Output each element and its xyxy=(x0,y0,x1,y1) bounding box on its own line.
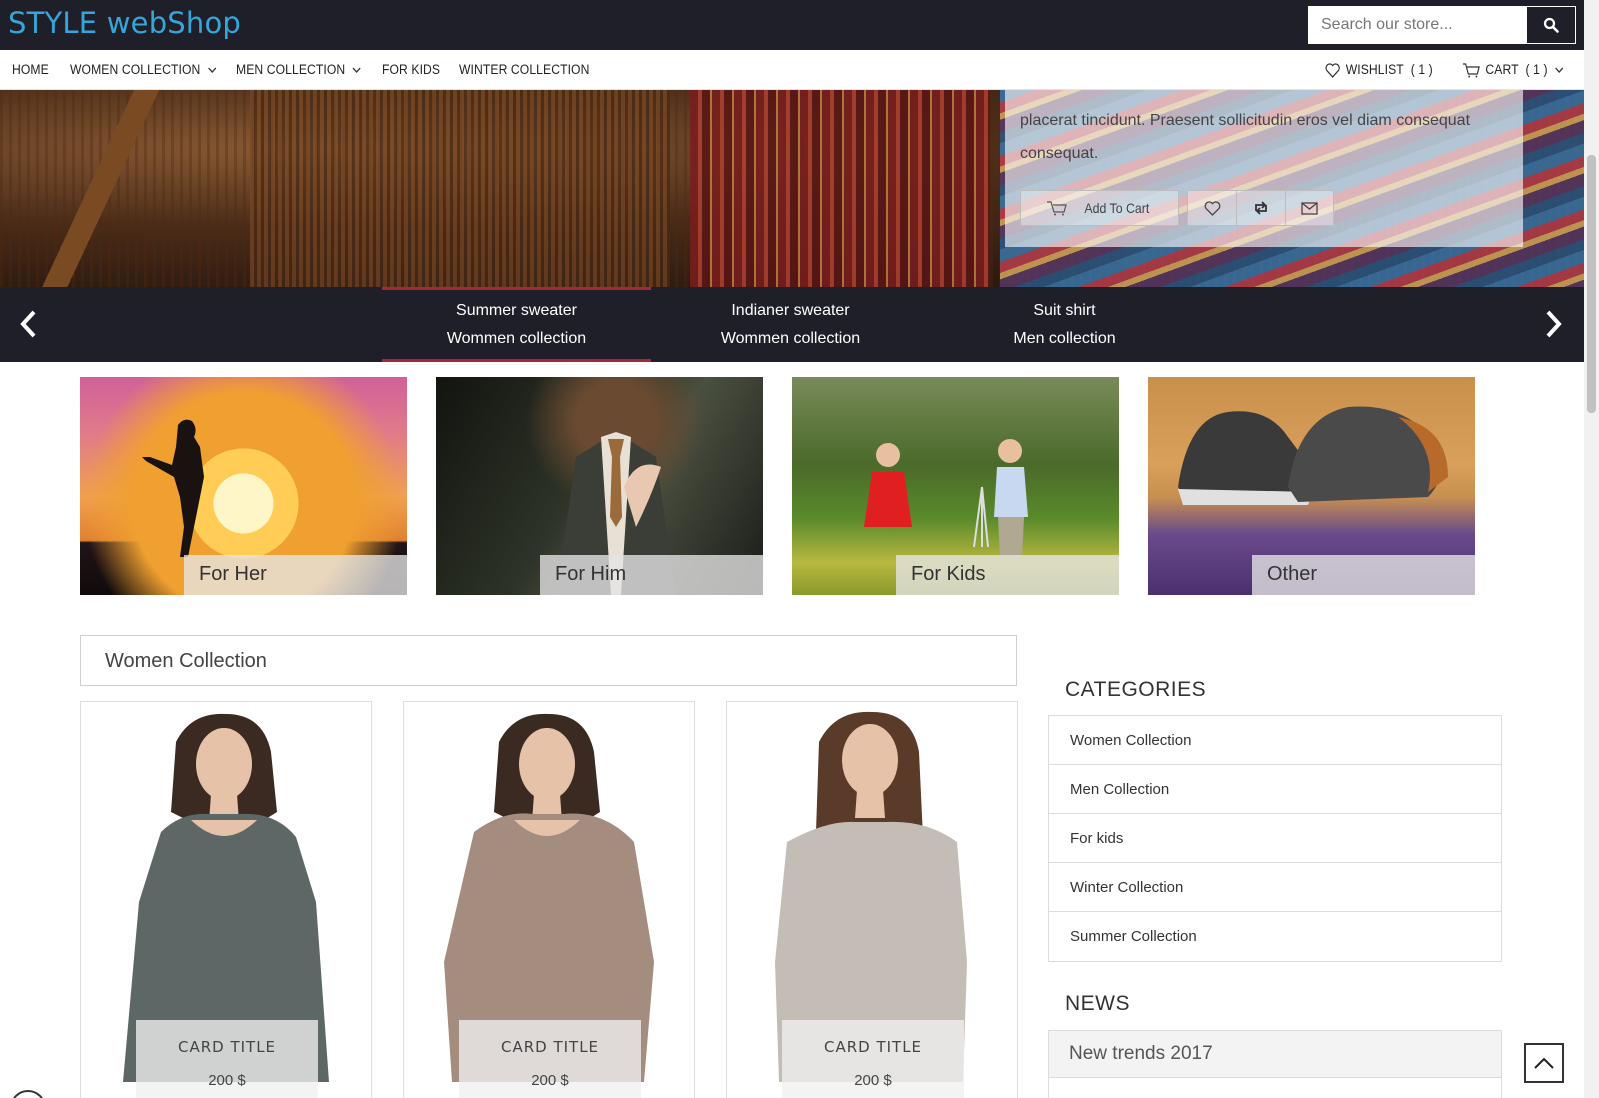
nav-for-kids[interactable]: FOR KIDS xyxy=(382,62,440,77)
nav-women-label: WOMEN COLLECTION xyxy=(70,62,201,77)
page-scrollbar[interactable] xyxy=(1584,0,1599,1098)
category-tile-for-him[interactable]: For Him xyxy=(436,377,763,595)
envelope-icon xyxy=(1301,201,1318,215)
chevron-down-icon xyxy=(1555,67,1564,74)
search-icon xyxy=(1543,17,1559,33)
site-logo[interactable]: STYLE webShop xyxy=(8,6,241,40)
nav-men-collection[interactable]: MEN COLLECTION xyxy=(236,62,362,77)
nav-kids-label: FOR KIDS xyxy=(382,62,441,77)
search-box xyxy=(1308,6,1576,44)
product-caption: CARD TITLE 200 $ xyxy=(782,1020,964,1098)
back-to-top-button[interactable] xyxy=(1524,1043,1564,1083)
cart-count: ( 1 ) xyxy=(1525,62,1548,77)
tile-label: For Him xyxy=(540,555,763,595)
slider-tab-title: Summer sweater xyxy=(456,302,577,319)
nav-winter-collection[interactable]: WINTER COLLECTION xyxy=(459,62,589,77)
product-title: CARD TITLE xyxy=(177,1038,277,1056)
product-card[interactable]: CARD TITLE 200 $ xyxy=(80,701,372,1098)
scrollbar-thumb[interactable] xyxy=(1587,155,1596,413)
news-box: New trends 2017 xyxy=(1048,1030,1502,1098)
category-item[interactable]: Winter Collection xyxy=(1049,863,1501,912)
product-title: CARD TITLE xyxy=(823,1038,923,1056)
slider-tab-subtitle: Wommen collection xyxy=(720,330,861,347)
category-tile-other[interactable]: Other xyxy=(1148,377,1475,595)
product-price: 200 $ xyxy=(208,1072,246,1089)
slider-tab-summer-sweater[interactable]: Summer sweater Wommen collection xyxy=(382,287,651,362)
chevron-up-icon xyxy=(1534,1057,1554,1069)
wishlist-link[interactable]: WISHLIST ( 1 ) xyxy=(1325,62,1433,78)
email-button[interactable] xyxy=(1285,190,1334,226)
page: STYLE webShop HOME WOMEN COLLECTION MEN … xyxy=(0,0,1599,1098)
wishlist-button[interactable] xyxy=(1187,190,1236,226)
main-nav: HOME WOMEN COLLECTION MEN COLLECTION FOR… xyxy=(0,50,1584,90)
chat-widget-icon[interactable] xyxy=(10,1090,46,1098)
add-to-cart-button[interactable]: Add To Cart xyxy=(1020,190,1179,226)
women-collection-heading: Women Collection xyxy=(80,635,1017,686)
product-caption: CARD TITLE 200 $ xyxy=(459,1020,641,1098)
category-item[interactable]: For kids xyxy=(1049,814,1501,863)
chevron-down-icon xyxy=(208,67,217,74)
product-price: 200 $ xyxy=(854,1072,892,1089)
category-tile-for-kids[interactable]: For Kids xyxy=(792,377,1119,595)
chevron-right-icon xyxy=(1546,310,1562,338)
nav-men-label: MEN COLLECTION xyxy=(236,62,346,77)
wishlist-count: ( 1 ) xyxy=(1410,62,1433,77)
tile-label: For Kids xyxy=(896,555,1119,595)
slider-tab-indianer-sweater[interactable]: Indianer sweater Wommen collection xyxy=(656,287,925,362)
slider-next-button[interactable] xyxy=(1538,307,1568,341)
product-slider-nav: Summer sweater Wommen collection Indiane… xyxy=(0,287,1584,362)
tile-label: Other xyxy=(1252,555,1475,595)
compare-button[interactable] xyxy=(1236,190,1285,226)
search-button[interactable] xyxy=(1527,7,1575,43)
categories-heading: CATEGORIES xyxy=(1065,678,1207,701)
slider-tab-subtitle: Wommen collection xyxy=(446,330,587,347)
nav-winter-label: WINTER COLLECTION xyxy=(459,62,590,77)
heart-icon xyxy=(1204,200,1220,216)
slider-tab-subtitle: Men collection xyxy=(1013,330,1116,347)
category-tile-for-her[interactable]: For Her xyxy=(80,377,407,595)
product-card[interactable]: CARD TITLE 200 $ xyxy=(403,701,695,1098)
slider-tab-title: Suit shirt xyxy=(1033,302,1096,319)
hero-icon-buttons xyxy=(1187,190,1334,226)
nav-women-collection[interactable]: WOMEN COLLECTION xyxy=(70,62,217,77)
hero-actions: Add To Cart xyxy=(1020,190,1334,226)
slider-tab-title: Indianer sweater xyxy=(731,302,850,319)
cart-label: CART xyxy=(1485,62,1519,77)
product-price: 200 $ xyxy=(531,1072,569,1089)
product-caption: CARD TITLE 200 $ xyxy=(136,1020,318,1098)
categories-list: Women Collection Men Collection For kids… xyxy=(1048,715,1502,962)
nav-home[interactable]: HOME xyxy=(12,62,49,77)
wishlist-label: WISHLIST xyxy=(1345,62,1404,77)
slider-prev-button[interactable] xyxy=(14,307,44,341)
slider-tab-suit-shirt[interactable]: Suit shirt Men collection xyxy=(930,287,1199,362)
search-input[interactable] xyxy=(1309,7,1527,43)
chevron-left-icon xyxy=(20,310,36,338)
retweet-icon xyxy=(1255,201,1267,215)
cart-icon xyxy=(1046,201,1067,216)
hero-description: placerat tincidunt. Praesent sollicitudi… xyxy=(1020,112,1471,162)
add-to-cart-label: Add To Cart xyxy=(1084,200,1149,216)
cart-link[interactable]: CART ( 1 ) xyxy=(1462,62,1564,78)
hero-banner: placerat tincidunt. Praesent sollicitudi… xyxy=(0,90,1584,287)
cart-icon xyxy=(1462,63,1480,78)
heart-icon xyxy=(1325,63,1340,78)
category-item[interactable]: Men Collection xyxy=(1049,765,1501,814)
nav-home-label: HOME xyxy=(12,62,49,77)
news-heading: NEWS xyxy=(1065,992,1130,1015)
chevron-down-icon xyxy=(352,67,362,74)
category-item[interactable]: Summer Collection xyxy=(1049,912,1501,961)
tile-label: For Her xyxy=(184,555,407,595)
hero-stripes-pattern xyxy=(690,90,990,287)
product-title: CARD TITLE xyxy=(500,1038,600,1056)
category-item[interactable]: Women Collection xyxy=(1049,716,1501,765)
product-card[interactable]: CARD TITLE 200 $ xyxy=(726,701,1018,1098)
hero-fringe-pattern xyxy=(250,90,670,287)
news-item[interactable]: New trends 2017 xyxy=(1049,1031,1501,1078)
top-bar: STYLE webShop xyxy=(0,0,1584,50)
